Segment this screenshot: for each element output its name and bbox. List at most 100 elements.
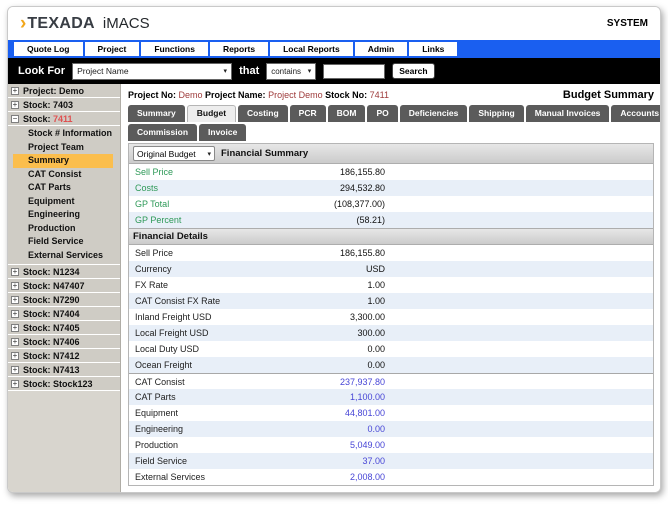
budget-version-value: Original Budget (137, 149, 196, 159)
operator-select[interactable]: contains ▾ (266, 63, 316, 80)
row-value-equipment[interactable]: 44,801.00 (271, 408, 385, 418)
financial-details-rows: Sell Price186,155.80CurrencyUSDFX Rate1.… (129, 245, 653, 373)
row-label-gp-percent: GP Percent (129, 215, 271, 225)
expand-icon[interactable]: + (11, 101, 19, 109)
nav-button-project[interactable]: Project (85, 42, 140, 56)
tab-bom[interactable]: BOM (328, 105, 366, 122)
expand-icon[interactable]: + (11, 296, 19, 304)
row-value-sell-price: 186,155.80 (271, 248, 385, 258)
expand-icon[interactable]: + (11, 366, 19, 374)
row-value-engineering[interactable]: 0.00 (271, 424, 385, 434)
crumb-value: Project Demo (268, 90, 323, 100)
collapse-icon[interactable]: − (11, 115, 19, 123)
tab-summary[interactable]: Summary (128, 105, 185, 122)
row-label-gp-total: GP Total (129, 199, 271, 209)
sidebar-item-engineering[interactable]: Engineering (8, 208, 120, 222)
expand-icon[interactable]: + (11, 282, 19, 290)
sidebar-node-stock-7403[interactable]: +Stock: 7403 (8, 98, 120, 112)
sidebar-node-stock-n1234[interactable]: +Stock: N1234 (8, 265, 120, 279)
row-value-cat-parts[interactable]: 1,100.00 (271, 392, 385, 402)
sidebar-item-equipment[interactable]: Equipment (8, 195, 120, 209)
table-row: CAT Consist237,937.80 (129, 373, 653, 389)
financial-summary-rows: Sell Price186,155.80Costs294,532.80GP To… (129, 164, 653, 228)
sidebar-item-production[interactable]: Production (8, 222, 120, 236)
tab-row-2: CommissionInvoice (128, 124, 654, 141)
sidebar-item-field-service[interactable]: Field Service (8, 235, 120, 249)
sidebar-node-stock-7411[interactable]: −Stock: 7411 (8, 112, 120, 126)
budget-version-select[interactable]: Original Budget ▾ (133, 146, 215, 161)
row-label-sell-price: Sell Price (129, 167, 271, 177)
sidebar-node-stock-n7406[interactable]: + Stock: N7406 (8, 335, 120, 349)
row-value-field-service[interactable]: 37.00 (271, 456, 385, 466)
expand-icon[interactable]: + (11, 268, 19, 276)
sidebar-node-project-demo[interactable]: +Project: Demo (8, 84, 120, 98)
nav-button-links[interactable]: Links (409, 42, 457, 56)
sidebar-item-external-services[interactable]: External Services (8, 249, 120, 263)
sidebar-item-summary[interactable]: Summary (13, 154, 113, 168)
row-label-sell-price: Sell Price (129, 248, 271, 258)
crumb-label: Stock No: (323, 90, 370, 100)
tab-po[interactable]: PO (367, 105, 397, 122)
table-row: GP Total(108,377.00) (129, 196, 653, 212)
row-value-cat-consist-fx-rate: 1.00 (271, 296, 385, 306)
sidebar-node-stock-n47407[interactable]: +Stock: N47407 (8, 279, 120, 293)
expand-icon[interactable]: + (11, 352, 19, 360)
tab-deficiencies[interactable]: Deficiencies (400, 105, 468, 122)
tab-manual-invoices[interactable]: Manual Invoices (526, 105, 610, 122)
sidebar-node-label: Stock: N7406 (23, 337, 80, 347)
sidebar-node-stock-n7290[interactable]: +Stock: N7290 (8, 293, 120, 307)
sidebar-node-label: Stock: N7404 (23, 309, 80, 319)
chevron-down-icon: ▾ (207, 150, 211, 158)
chevron-down-icon: ▾ (224, 67, 228, 75)
nav-button-reports[interactable]: Reports (210, 42, 268, 56)
breadcrumb: Project No: Demo Project Name: Project D… (128, 90, 389, 100)
table-row: FX Rate1.00 (129, 277, 653, 293)
sidebar-item-cat-parts[interactable]: CAT Parts (8, 181, 120, 195)
stock-number: N7404 (53, 309, 80, 319)
tab-costing[interactable]: Costing (238, 105, 288, 122)
expand-icon[interactable]: + (11, 380, 19, 388)
search-input[interactable] (323, 64, 385, 79)
row-value-cat-consist[interactable]: 237,937.80 (271, 377, 385, 387)
sidebar-item-cat-consist[interactable]: CAT Consist (8, 168, 120, 182)
nav-button-admin[interactable]: Admin (355, 42, 407, 56)
row-label-cat-consist: CAT Consist (129, 377, 271, 387)
table-row: Sell Price186,155.80 (129, 164, 653, 180)
expand-icon[interactable]: + (11, 87, 19, 95)
tab-budget[interactable]: Budget (187, 105, 236, 122)
look-for-field-select[interactable]: Project Name ▾ (72, 63, 232, 80)
sidebar-item-project-team[interactable]: Project Team (8, 141, 120, 155)
sidebar-node-label: Stock: N7413 (23, 365, 80, 375)
sidebar-node-stock-n7413[interactable]: + Stock: N7413 (8, 363, 120, 377)
row-value-external-services[interactable]: 2,008.00 (271, 472, 385, 482)
expand-icon[interactable]: + (11, 324, 19, 332)
category-link-rows: CAT Consist237,937.80CAT Parts1,100.00Eq… (129, 373, 653, 485)
sidebar-node-stock-n7412[interactable]: + Stock: N7412 (8, 349, 120, 363)
nav-button-functions[interactable]: Functions (141, 42, 208, 56)
stock-number: N1234 (53, 267, 80, 277)
row-label-inland-freight-usd: Inland Freight USD (129, 312, 271, 322)
search-button[interactable]: Search (392, 63, 434, 79)
nav-button-local-reports[interactable]: Local Reports (270, 42, 353, 56)
tab-shipping[interactable]: Shipping (469, 105, 523, 122)
sidebar-children: Stock # InformationProject TeamSummaryCA… (8, 126, 120, 265)
nav-button-quote-log[interactable]: Quote Log (14, 42, 83, 56)
sidebar-node-stock-n7405[interactable]: +Stock: N7405 (8, 321, 120, 335)
row-value-production[interactable]: 5,049.00 (271, 440, 385, 450)
sidebar-node-label: Stock: N7412 (23, 351, 80, 361)
expand-icon[interactable]: + (11, 338, 19, 346)
top-header: › TEXADA iMACS SYSTEM (8, 7, 660, 40)
sidebar-node-stock-stock123[interactable]: +Stock: Stock123 (8, 377, 120, 391)
table-row: GP Percent(58.21) (129, 212, 653, 228)
tab-pcr[interactable]: PCR (290, 105, 326, 122)
row-value-ocean-freight: 0.00 (271, 360, 385, 370)
row-value-local-duty-usd: 0.00 (271, 344, 385, 354)
crumb-label: Project Name: (203, 90, 269, 100)
expand-icon[interactable]: + (11, 310, 19, 318)
tab-invoice[interactable]: Invoice (199, 124, 246, 141)
sidebar-node-stock-n7404[interactable]: + Stock: N7404 (8, 307, 120, 321)
tab-commission[interactable]: Commission (128, 124, 197, 141)
sidebar-item-stock-information[interactable]: Stock # Information (8, 127, 120, 141)
tab-accounts-receivable[interactable]: Accounts Receivable (611, 105, 660, 122)
crumb-label: Project No: (128, 90, 179, 100)
